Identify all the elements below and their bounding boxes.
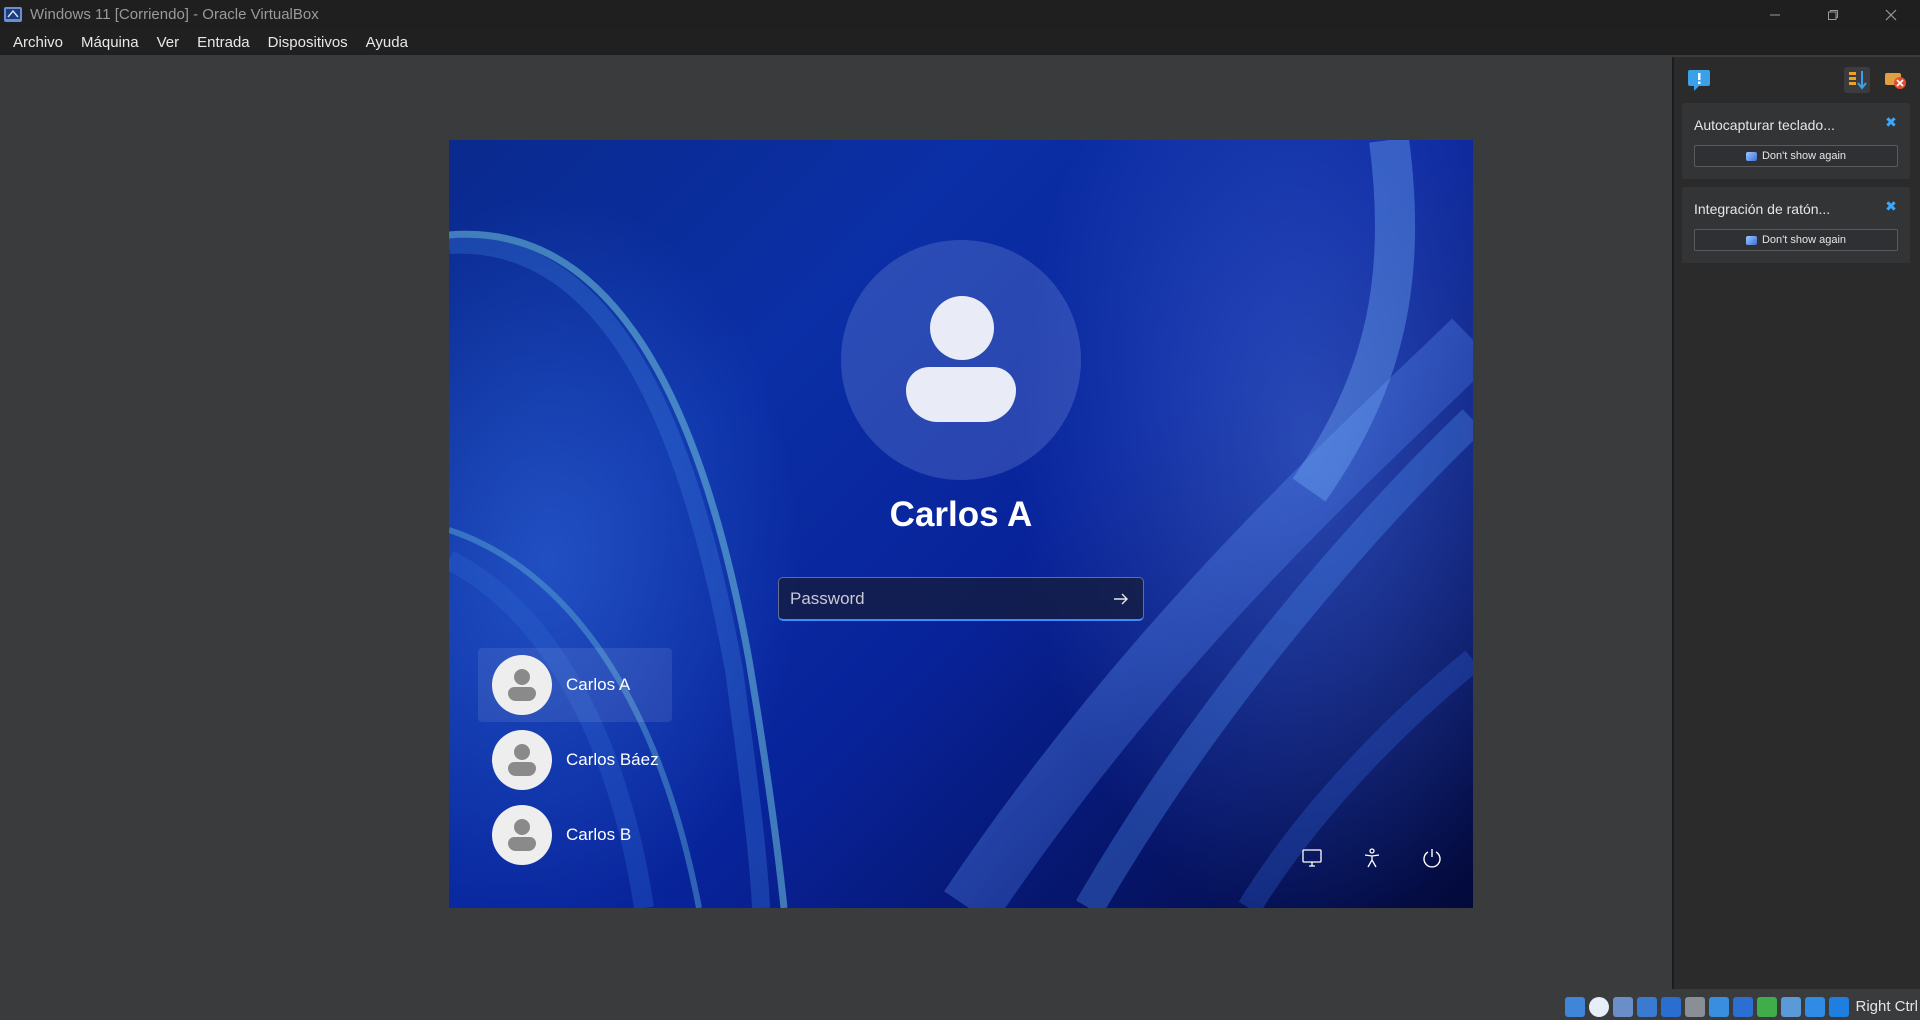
login-bottom-icons [1282, 840, 1462, 876]
window-titlebar: Windows 11 [Corriendo] - Oracle VirtualB… [0, 0, 1920, 29]
notification-keyboard-capture: Autocapturar teclado... ✖ Don't show aga… [1682, 103, 1910, 179]
close-button[interactable] [1862, 0, 1920, 29]
user-entry-carlos-baez[interactable]: Carlos Báez [478, 723, 672, 797]
avatar-body [906, 367, 1016, 422]
notification-mouse-integration: Integración de ratón... ✖ Don't show aga… [1682, 187, 1910, 263]
close-icon[interactable]: ✖ [1884, 115, 1898, 129]
user-entry-label: Carlos Báez [566, 750, 659, 769]
menubar: Archivo Máquina Ver Entrada Dispositivos… [0, 29, 1920, 55]
restore-button[interactable] [1804, 0, 1862, 29]
vm-display[interactable]: Carlos A Carlos A Carlos Báez Carlos B [449, 140, 1473, 908]
user-avatar-icon [492, 730, 552, 790]
button-label: Don't show again [1761, 234, 1847, 246]
sort-icon[interactable] [1844, 67, 1870, 93]
notification-title: Integración de ratón... [1694, 201, 1831, 217]
notification-center: Autocapturar teclado... ✖ Don't show aga… [1672, 57, 1920, 989]
user-avatar-large [841, 240, 1081, 480]
hard-disk-icon[interactable] [1565, 996, 1586, 1017]
password-field-container[interactable] [778, 577, 1144, 621]
submit-arrow-icon[interactable] [1109, 587, 1133, 611]
dont-show-again-button[interactable]: Don't show again [1694, 145, 1898, 167]
avatar-head [930, 296, 994, 360]
user-entry-carlos-a[interactable]: Carlos A [478, 648, 672, 722]
power-icon[interactable] [1402, 840, 1462, 876]
notification-icon[interactable] [1686, 67, 1712, 93]
keyboard-icon[interactable] [1805, 996, 1826, 1017]
mouse-integration-icon[interactable] [1757, 996, 1778, 1017]
window-controls [1746, 0, 1920, 29]
menu-entrada[interactable]: Entrada [188, 34, 259, 51]
accessibility-icon[interactable] [1342, 840, 1402, 876]
video-capture-icon[interactable] [1733, 996, 1754, 1017]
menu-maquina[interactable]: Máquina [72, 34, 148, 51]
usb-icon[interactable] [1661, 996, 1682, 1017]
user-avatar-icon [492, 805, 552, 865]
shared-folders-icon[interactable] [1685, 996, 1706, 1017]
virtualbox-icon [2, 4, 24, 26]
network-icon[interactable] [1637, 996, 1658, 1017]
optical-drive-icon[interactable] [1589, 996, 1610, 1017]
notification-title: Autocapturar teclado... [1694, 117, 1835, 133]
display-icon[interactable] [1282, 840, 1342, 876]
user-switcher-list: Carlos A Carlos Báez Carlos B [478, 648, 672, 873]
audio-icon[interactable] [1613, 996, 1634, 1017]
menu-dispositivos[interactable]: Dispositivos [259, 34, 357, 51]
user-entry-label: Carlos A [566, 675, 631, 694]
menu-ayuda[interactable]: Ayuda [357, 34, 417, 51]
download-icon[interactable] [1829, 996, 1850, 1017]
host-key-label: Right Ctrl [1855, 998, 1918, 1015]
dont-show-again-button[interactable]: Don't show again [1694, 229, 1898, 251]
login-user-name: Carlos A [889, 495, 1033, 534]
button-label: Don't show again [1761, 150, 1847, 162]
cpu-icon[interactable] [1781, 996, 1802, 1017]
display-icon[interactable] [1709, 996, 1730, 1017]
message-icon [1745, 151, 1757, 161]
user-entry-label: Carlos B [566, 825, 632, 844]
close-icon[interactable]: ✖ [1884, 199, 1898, 213]
vm-statusbar: Right Ctrl [0, 993, 1920, 1020]
menu-archivo[interactable]: Archivo [4, 34, 72, 51]
message-icon [1745, 235, 1757, 245]
menu-ver[interactable]: Ver [148, 34, 189, 51]
window-title: Windows 11 [Corriendo] - Oracle VirtualB… [30, 6, 319, 23]
clear-notifications-icon[interactable] [1882, 67, 1908, 93]
password-input[interactable] [779, 588, 1099, 609]
user-entry-carlos-b[interactable]: Carlos B [478, 798, 672, 872]
user-avatar-icon [492, 655, 552, 715]
minimize-button[interactable] [1746, 0, 1804, 29]
